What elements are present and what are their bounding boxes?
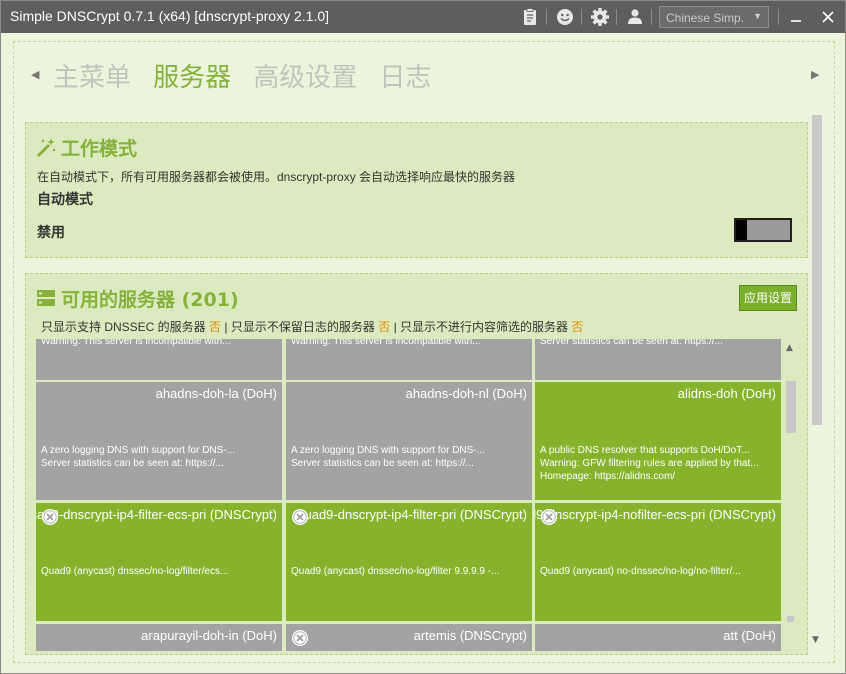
- tab-advanced-settings[interactable]: 高级设置: [253, 57, 357, 94]
- filter-separator: |: [224, 320, 228, 334]
- tab-bar: 主菜单 服务器 高级设置 日志: [53, 57, 448, 94]
- filter-dnssec-label: 只显示支持 DNSSEC 的服务器: [41, 320, 206, 334]
- scrollbar-thumb[interactable]: [812, 115, 822, 425]
- server-name: quad9-dnscrypt-ip4-nofilter-ecs-pri (DNS…: [535, 507, 776, 522]
- apply-settings-button[interactable]: 应用设置: [739, 285, 797, 311]
- server-description: A zero logging DNS with support for DNS-…: [41, 445, 235, 456]
- server-name: ahadns-doh-nl (DoH): [405, 386, 527, 401]
- server-card[interactable]: quad9-dnscrypt-ip4-filter-pri (DNSCrypt)…: [286, 503, 532, 621]
- nav-next-arrow-icon[interactable]: ▶: [811, 68, 819, 81]
- close-button[interactable]: [819, 8, 837, 26]
- server-description: Server statistics can be seen at: https:…: [540, 339, 723, 347]
- toolbar-divider: [778, 9, 779, 25]
- magic-wand-icon: [36, 138, 56, 158]
- filter-nolog-toggle[interactable]: 否: [378, 320, 390, 334]
- auto-mode-status: 禁用: [37, 225, 65, 241]
- nav-prev-arrow-icon[interactable]: ◀: [31, 68, 39, 81]
- server-card[interactable]: quad9-dnscrypt-ip4-filter-ecs-pri (DNSCr…: [36, 503, 282, 621]
- smiley-icon[interactable]: [555, 7, 575, 27]
- server-grid: Warning: This server is incompatible wit…: [36, 339, 784, 651]
- title-bar[interactable]: Simple DNSCrypt 0.7.1 (x64) [dnscrypt-pr…: [1, 1, 845, 33]
- server-description: Server statistics can be seen at: https:…: [291, 458, 474, 469]
- minimize-button[interactable]: [787, 8, 805, 26]
- servers-title: 可用的服务器 (201): [61, 289, 239, 311]
- server-grid-scrollbar[interactable]: ▲: [784, 339, 798, 651]
- scroll-down-icon[interactable]: ▼: [812, 635, 819, 645]
- server-name: alidns-doh (DoH): [677, 386, 776, 401]
- server-name: quad9-dnscrypt-ip4-filter-ecs-pri (DNSCr…: [36, 507, 277, 522]
- work-mode-panel: [25, 122, 808, 258]
- chevron-down-icon: ▼: [753, 11, 762, 21]
- close-icon: [822, 11, 834, 23]
- server-card[interactable]: Warning: This server is incompatible wit…: [36, 339, 282, 380]
- server-description: Warning: GFW filtering rules are applied…: [540, 458, 759, 469]
- work-mode-description: 在自动模式下，所有可用服务器都会被使用。dnscrypt-proxy 会自动选择…: [37, 170, 516, 184]
- server-description: Homepage: https://alidns.com/: [540, 471, 676, 482]
- server-description: Quad9 (anycast) dnssec/no-log/filter/ecs…: [41, 566, 229, 577]
- scrollbar-marker: [787, 616, 794, 622]
- server-name: artemis (DNSCrypt): [413, 628, 527, 643]
- language-select-value: Chinese Simp.: [666, 11, 745, 25]
- window-title: Simple DNSCrypt 0.7.1 (x64) [dnscrypt-pr…: [10, 8, 330, 24]
- auto-mode-label: 自动模式: [37, 192, 93, 208]
- work-mode-title: 工作模式: [61, 138, 138, 160]
- toolbar-divider: [651, 9, 652, 25]
- remove-server-icon[interactable]: [291, 629, 309, 647]
- tab-log[interactable]: 日志: [379, 57, 431, 94]
- toolbar-divider: [546, 9, 547, 25]
- server-filters: 只显示支持 DNSSEC 的服务器 否 | 只显示不保留日志的服务器 否 | 只…: [41, 318, 583, 335]
- filter-nofilter-toggle[interactable]: 否: [571, 320, 583, 334]
- user-icon[interactable]: [625, 7, 645, 27]
- filter-nolog-label: 只显示不保留日志的服务器: [230, 320, 375, 334]
- minimize-icon: [791, 20, 801, 22]
- scroll-up-icon[interactable]: ▲: [786, 343, 793, 353]
- server-name: arapurayil-doh-in (DoH): [141, 628, 277, 643]
- app-window: Simple DNSCrypt 0.7.1 (x64) [dnscrypt-pr…: [0, 0, 846, 674]
- language-select[interactable]: Chinese Simp. ▼: [659, 6, 769, 28]
- server-icon: [37, 290, 55, 306]
- server-name: ahadns-doh-la (DoH): [155, 386, 277, 401]
- server-card[interactable]: ahadns-doh-la (DoH) A zero logging DNS w…: [36, 382, 282, 500]
- filter-separator: |: [393, 320, 397, 334]
- toolbar-divider: [616, 9, 617, 25]
- server-description: Warning: This server is incompatible wit…: [291, 339, 481, 347]
- server-card[interactable]: ahadns-doh-nl (DoH) A zero logging DNS w…: [286, 382, 532, 500]
- remove-server-icon[interactable]: [41, 508, 59, 526]
- remove-server-icon[interactable]: [540, 508, 558, 526]
- server-card[interactable]: Warning: This server is incompatible wit…: [286, 339, 532, 380]
- server-card[interactable]: artemis (DNSCrypt): [286, 624, 532, 651]
- server-description: Quad9 (anycast) no-dnssec/no-log/no-filt…: [540, 566, 741, 577]
- filter-dnssec-toggle[interactable]: 否: [209, 320, 221, 334]
- server-description: A zero logging DNS with support for DNS-…: [291, 445, 485, 456]
- tab-servers[interactable]: 服务器: [153, 57, 231, 94]
- server-description: Server statistics can be seen at: https:…: [41, 458, 224, 469]
- server-card[interactable]: att (DoH): [535, 624, 781, 651]
- clipboard-icon[interactable]: [520, 7, 540, 27]
- server-card[interactable]: Server statistics can be seen at: https:…: [535, 339, 781, 380]
- gear-icon[interactable]: [590, 7, 610, 27]
- server-card[interactable]: quad9-dnscrypt-ip4-nofilter-ecs-pri (DNS…: [535, 503, 781, 621]
- auto-mode-toggle[interactable]: [734, 218, 792, 242]
- scrollbar-thumb[interactable]: [786, 381, 796, 433]
- page-scrollbar[interactable]: ▼: [810, 105, 824, 653]
- server-card[interactable]: alidns-doh (DoH) A public DNS resolver t…: [535, 382, 781, 500]
- toggle-knob: [736, 220, 747, 240]
- server-description: A public DNS resolver that supports DoH/…: [540, 445, 750, 456]
- server-card[interactable]: arapurayil-doh-in (DoH): [36, 624, 282, 651]
- remove-server-icon[interactable]: [291, 508, 309, 526]
- server-name: quad9-dnscrypt-ip4-filter-pri (DNSCrypt): [297, 507, 527, 522]
- server-name: att (DoH): [723, 628, 776, 643]
- toolbar-divider: [581, 9, 582, 25]
- filter-nofilter-label: 只显示不进行内容筛选的服务器: [400, 320, 569, 334]
- server-description: Warning: This server is incompatible wit…: [41, 339, 231, 347]
- server-description: Quad9 (anycast) dnssec/no-log/filter 9.9…: [291, 566, 500, 577]
- tab-main-menu[interactable]: 主菜单: [53, 57, 131, 94]
